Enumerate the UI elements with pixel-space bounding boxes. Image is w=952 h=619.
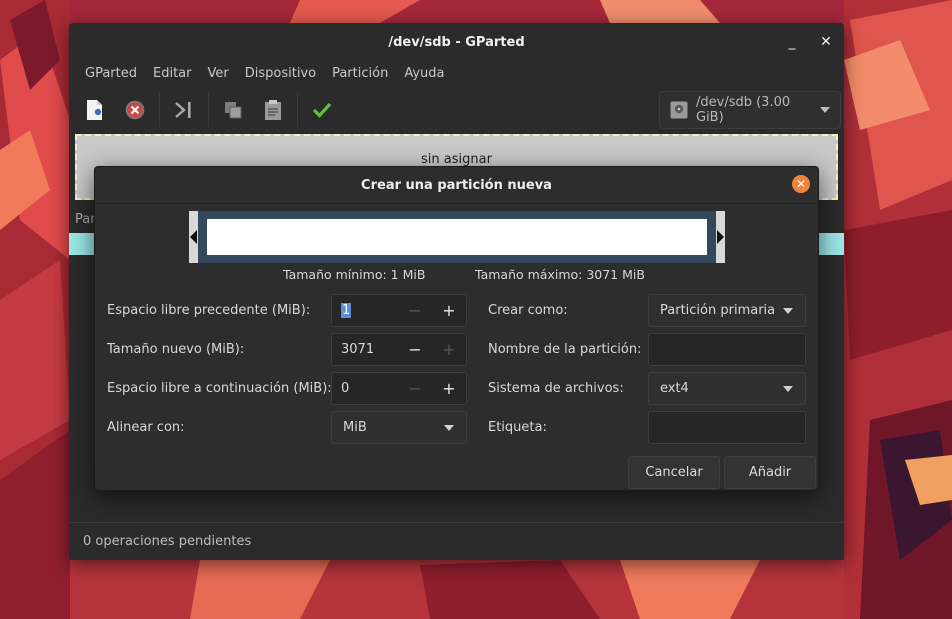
delete-icon [125, 100, 145, 120]
resizer-partition-fill [207, 219, 707, 255]
chevron-down-icon [444, 424, 454, 431]
filesystem-label: Sistema de archivos: [488, 381, 624, 396]
free-before-value: 1 [341, 303, 352, 318]
align-value: MiB [343, 420, 367, 435]
align-combo[interactable]: MiB [331, 411, 467, 444]
partition-resizer[interactable] [189, 211, 725, 263]
resize-move-button[interactable] [164, 92, 204, 128]
new-partition-button[interactable] [75, 92, 115, 128]
resizer-left-handle[interactable] [189, 211, 198, 263]
increment-button[interactable]: + [432, 301, 466, 320]
pending-operations-text: 0 operaciones pendientes [83, 534, 252, 549]
menu-particion[interactable]: Partición [324, 66, 396, 81]
filesystem-combo[interactable]: ext4 [648, 372, 806, 405]
decrement-button[interactable]: − [398, 379, 432, 398]
toolbar-separator [159, 93, 160, 127]
resizer-partition-frame[interactable] [198, 211, 716, 263]
free-before-spinbutton[interactable]: 1 − + [331, 294, 467, 327]
arrow-left-icon [190, 230, 197, 244]
cancel-button[interactable]: Cancelar [628, 456, 720, 489]
create-as-label: Crear como: [488, 303, 568, 318]
apply-icon [312, 102, 332, 118]
filesystem-value: ext4 [660, 381, 689, 396]
menubar: GParted Editar Ver Dispositivo Partición… [69, 61, 844, 85]
free-after-label: Espacio libre a continuación (MiB): [107, 381, 332, 396]
fs-label-input[interactable] [648, 411, 806, 444]
partition-name-input[interactable] [648, 333, 806, 366]
dialog-close-button[interactable]: ✕ [792, 175, 810, 193]
increment-button[interactable]: + [432, 340, 466, 359]
close-button[interactable]: ✕ [816, 32, 836, 52]
fs-label-label: Etiqueta: [488, 420, 547, 435]
new-size-spinbutton[interactable]: 3071 − + [331, 333, 467, 366]
unallocated-label: sin asignar [421, 152, 492, 167]
new-partition-icon [87, 100, 102, 120]
create-as-value: Partición primaria [660, 303, 776, 318]
partition-name-label: Nombre de la partición: [488, 342, 642, 357]
chevron-down-icon [783, 385, 793, 392]
window-title: /dev/sdb - GParted [388, 34, 525, 50]
menu-ver[interactable]: Ver [200, 66, 237, 81]
new-size-input[interactable]: 3071 [332, 342, 398, 357]
chevron-down-icon [783, 307, 793, 314]
align-label: Alinear con: [107, 420, 185, 435]
create-as-combo[interactable]: Partición primaria [648, 294, 806, 327]
dialog-titlebar[interactable]: Crear una partición nueva ✕ [95, 167, 818, 204]
decrement-button[interactable]: − [398, 340, 432, 359]
window-titlebar[interactable]: /dev/sdb - GParted _ ✕ [69, 23, 844, 61]
free-after-spinbutton[interactable]: 0 − + [331, 372, 467, 405]
free-after-input[interactable]: 0 [332, 381, 398, 396]
menu-editar[interactable]: Editar [145, 66, 200, 81]
resizer-right-handle[interactable] [716, 211, 725, 263]
toolbar-separator [297, 93, 298, 127]
new-size-label: Tamaño nuevo (MiB): [107, 342, 245, 357]
paste-icon [265, 100, 281, 120]
create-partition-dialog: Crear una partición nueva ✕ Tamaño mínim… [94, 166, 819, 491]
menu-ayuda[interactable]: Ayuda [396, 66, 452, 81]
menu-gparted[interactable]: GParted [77, 66, 145, 81]
free-before-label: Espacio libre precedente (MiB): [107, 303, 311, 318]
toolbar: /dev/sdb (3.00 GiB) [69, 85, 844, 135]
apply-button[interactable] [302, 92, 342, 128]
device-selector-label: /dev/sdb (3.00 GiB) [696, 95, 791, 125]
harddisk-icon [670, 101, 688, 119]
minimize-button[interactable]: _ [782, 32, 802, 52]
close-icon: ✕ [795, 177, 807, 191]
paste-button[interactable] [253, 92, 293, 128]
dialog-title: Crear una partición nueva [361, 177, 552, 193]
statusbar: 0 operaciones pendientes [69, 522, 844, 560]
copy-button[interactable] [213, 92, 253, 128]
increment-button[interactable]: + [432, 379, 466, 398]
menu-dispositivo[interactable]: Dispositivo [237, 66, 324, 81]
size-limits: Tamaño mínimo: 1 MiB Tamaño máximo: 3071… [95, 267, 820, 285]
max-size-label: Tamaño máximo: 3071 MiB [475, 267, 645, 282]
toolbar-separator [208, 93, 209, 127]
add-button[interactable]: Añadir [724, 456, 816, 489]
resize-move-icon [175, 102, 191, 118]
min-size-label: Tamaño mínimo: 1 MiB [283, 267, 426, 282]
copy-icon [225, 102, 242, 119]
free-before-input[interactable]: 1 [332, 303, 398, 318]
device-selector[interactable]: /dev/sdb (3.00 GiB) [659, 91, 841, 129]
decrement-button[interactable]: − [398, 301, 432, 320]
chevron-down-icon [820, 107, 830, 113]
arrow-right-icon [717, 230, 724, 244]
delete-button[interactable] [115, 92, 155, 128]
